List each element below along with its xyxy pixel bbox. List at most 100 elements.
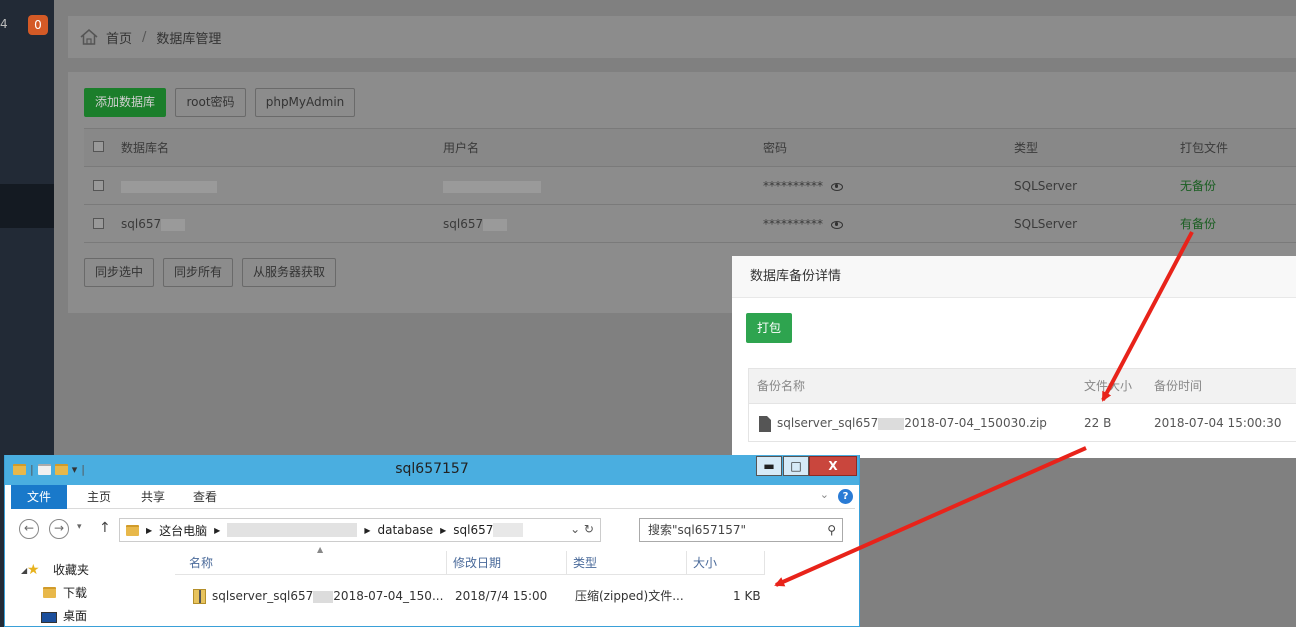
col-header-backup-name: 备份名称 <box>757 379 806 393</box>
backup-status-link[interactable]: 无备份 <box>1180 167 1216 205</box>
explorer-titlebar[interactable]: | ▾ | sql657157 ▬ □ X <box>5 455 859 485</box>
refresh-icon[interactable]: ⌄ ↻ <box>570 522 594 536</box>
db-password: ********** <box>763 167 843 205</box>
star-icon: ★ <box>27 562 40 578</box>
file-name[interactable]: sqlserver_sql657 2018-07-04_150... <box>193 581 443 611</box>
ribbon-tabs: 文件 主页 共享 查看 ⌄ ? <box>11 485 855 509</box>
close-button[interactable]: X <box>809 456 857 476</box>
file-list-header: ▲ 名称 修改日期 类型 大小 <box>175 545 765 575</box>
phpmyadmin-button[interactable]: phpMyAdmin <box>255 88 355 117</box>
address-folder[interactable]: sql657 <box>453 523 493 537</box>
navigation-pane: ◢ ★ 收藏夹 下载 桌面 <box>17 559 167 627</box>
db-user: sql657 <box>443 205 508 243</box>
fetch-from-server-button[interactable]: 从服务器获取 <box>242 258 336 287</box>
search-icon[interactable]: ⚲ <box>827 519 836 541</box>
password-mask: ********** <box>763 179 823 193</box>
help-icon[interactable]: ? <box>838 489 853 504</box>
backup-name-suffix: 2018-07-04_150030.zip <box>904 416 1047 430</box>
db-type: SQLServer <box>1014 179 1078 193</box>
eye-icon[interactable] <box>831 182 843 191</box>
address-input[interactable]: ▶ 这台电脑 ▶ ▶ database ▶ sql657 ⌄ ↻ <box>119 518 601 542</box>
col-header-password: 密码 <box>763 141 788 155</box>
backup-time: 2018-07-04 15:00:30 <box>1154 416 1282 430</box>
backup-table: 备份名称 文件大小 备份时间 sqlserver_sql657 2018-07-0… <box>748 368 1296 442</box>
col-header-filename[interactable]: 名称 <box>183 551 447 575</box>
pack-button[interactable]: 打包 <box>746 313 792 343</box>
breadcrumb: 首页 / 数据库管理 <box>68 16 1296 58</box>
forward-button[interactable]: → <box>49 519 69 539</box>
nav-downloads-label: 下载 <box>63 586 88 600</box>
backup-row: sqlserver_sql657 2018-07-04_150030.zip 22… <box>749 403 1296 441</box>
nav-item-desktop[interactable]: 桌面 <box>17 605 167 627</box>
nav-desktop-label: 桌面 <box>63 609 88 623</box>
backup-file-name[interactable]: sqlserver_sql657 2018-07-04_150030.zip <box>759 404 1047 442</box>
password-mask: ********** <box>763 217 823 231</box>
zip-file-icon <box>193 589 206 604</box>
db-type: SQLServer <box>1014 217 1078 231</box>
tab-home[interactable]: 主页 <box>75 485 123 509</box>
table-row: ********** SQLServer 无备份 <box>84 167 1296 205</box>
breadcrumb-home[interactable]: 首页 <box>106 28 132 47</box>
address-this-pc[interactable]: 这台电脑 <box>159 522 207 539</box>
col-header-size[interactable]: 大小 <box>687 551 765 575</box>
table-row: sql657 sql657 ********** SQLServer 有备份 <box>84 205 1296 243</box>
minimize-button[interactable]: ▬ <box>756 456 782 476</box>
col-header-user: 用户名 <box>443 141 480 155</box>
database-table: 数据库名 用户名 密码 类型 打包文件 ********** SQLServer… <box>84 128 1296 243</box>
up-arrow-icon[interactable]: ↑ <box>99 520 111 536</box>
sidebar-active-item[interactable] <box>0 184 54 228</box>
breadcrumb-separator: / <box>142 29 147 45</box>
maximize-button[interactable]: □ <box>783 456 809 476</box>
file-icon <box>759 415 771 432</box>
table-header-row: 数据库名 用户名 密码 类型 打包文件 <box>84 129 1296 167</box>
col-header-backup-time: 备份时间 <box>1154 379 1203 393</box>
backup-table-header: 备份名称 文件大小 备份时间 <box>749 369 1296 403</box>
address-database[interactable]: database <box>377 523 433 537</box>
col-header-type[interactable]: 类型 <box>567 551 687 575</box>
backup-details-modal: 数据库备份详情 打包 备份名称 文件大小 备份时间 sqlserver_sql6… <box>732 256 1296 458</box>
db-user-blurred <box>443 167 541 205</box>
home-icon[interactable] <box>80 29 98 45</box>
address-bar-row: ← → ▾ ↑ ▶ 这台电脑 ▶ ▶ database ▶ sql657 ⌄ ↻… <box>11 517 855 543</box>
eye-icon[interactable] <box>831 220 843 229</box>
backup-status-link[interactable]: 有备份 <box>1180 205 1216 243</box>
backup-file-size: 22 B <box>1084 416 1112 430</box>
sync-selected-button[interactable]: 同步选中 <box>84 258 154 287</box>
file-type: 压缩(zipped)文件... <box>575 589 684 603</box>
file-list: ▲ 名称 修改日期 类型 大小 sqlserver_sql657 2018-07-… <box>175 545 765 611</box>
select-all-checkbox[interactable] <box>93 141 104 152</box>
file-size: 1 KB <box>733 589 761 603</box>
row-checkbox[interactable] <box>93 180 104 191</box>
db-user-text: sql657 <box>443 217 484 231</box>
file-explorer-window: | ▾ | sql657157 ▬ □ X 文件 主页 共享 查看 ⌄ ? ← … <box>4 455 860 627</box>
downloads-icon <box>43 587 56 598</box>
db-password: ********** <box>763 205 843 243</box>
modal-title: 数据库备份详情 <box>732 256 1296 298</box>
nav-item-favorites[interactable]: ◢ ★ 收藏夹 <box>17 559 167 582</box>
breadcrumb-current: 数据库管理 <box>156 31 222 47</box>
back-button[interactable]: ← <box>19 519 39 539</box>
expand-ribbon-icon[interactable]: ⌄ <box>820 488 829 501</box>
sync-all-button[interactable]: 同步所有 <box>163 258 233 287</box>
search-placeholder: 搜索"sql657157" <box>648 523 747 537</box>
desktop-icon <box>41 612 57 623</box>
tab-share[interactable]: 共享 <box>129 485 177 509</box>
folder-icon <box>126 524 139 536</box>
search-input[interactable]: 搜索"sql657157" ⚲ <box>639 518 843 542</box>
db-name-text: sql657 <box>121 217 162 231</box>
notification-badge[interactable]: 0 <box>28 15 48 35</box>
col-header-file-size: 文件大小 <box>1084 379 1133 393</box>
file-row[interactable]: sqlserver_sql657 2018-07-04_150... 2018/7… <box>175 581 765 611</box>
file-name-suffix: 2018-07-04_150... <box>333 589 444 603</box>
file-name-prefix: sqlserver_sql657 <box>212 589 314 603</box>
recent-locations-icon[interactable]: ▾ <box>77 522 82 532</box>
row-checkbox[interactable] <box>93 218 104 229</box>
add-database-button[interactable]: 添加数据库 <box>84 88 166 117</box>
root-password-button[interactable]: root密码 <box>175 88 246 117</box>
nav-item-downloads[interactable]: 下载 <box>17 582 167 605</box>
col-header-type: 类型 <box>1014 141 1039 155</box>
db-name-blurred <box>121 167 217 205</box>
col-header-modified[interactable]: 修改日期 <box>447 551 567 575</box>
tab-view[interactable]: 查看 <box>181 485 229 509</box>
tab-file[interactable]: 文件 <box>11 485 67 509</box>
